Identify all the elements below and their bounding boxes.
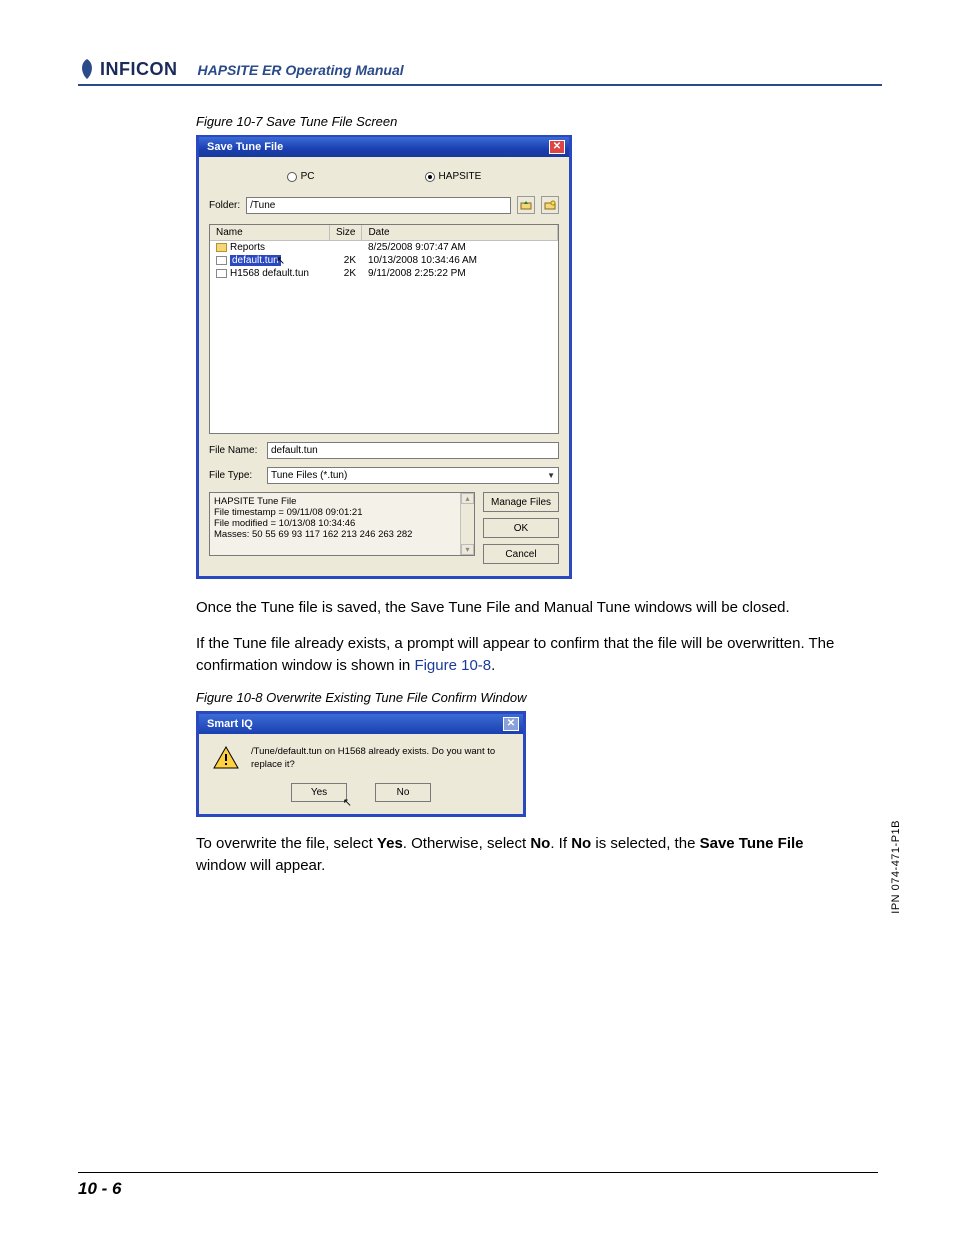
radio-pc-label: PC (301, 171, 315, 182)
col-size[interactable]: Size (330, 225, 362, 240)
file-type-value: Tune Files (*.tun) (271, 470, 347, 481)
folder-input[interactable] (246, 197, 511, 214)
file-date: 8/25/2008 9:07:47 AM (362, 241, 558, 254)
info-line: Masses: 50 55 69 93 117 162 213 246 263 … (214, 529, 470, 540)
save-tune-file-dialog: Save Tune File ✕ PC HAPSITE Folder: (196, 135, 572, 579)
file-list[interactable]: Name Size Date Reports 8/25/2008 9:07:47… (209, 224, 559, 434)
confirm-message: /Tune/default.tun on H1568 already exist… (251, 746, 509, 771)
figure-10-8-caption: Figure 10-8 Overwrite Existing Tune File… (196, 690, 836, 705)
up-folder-icon (520, 199, 532, 211)
up-folder-button[interactable] (517, 196, 535, 214)
file-type-label: File Type: (209, 470, 261, 481)
ipn-code: IPN 074-471-P1B (890, 820, 902, 914)
file-name-input[interactable] (267, 442, 559, 459)
ok-button[interactable]: OK (483, 518, 559, 538)
file-info-panel: HAPSITE Tune File File timestamp = 09/11… (209, 492, 475, 556)
info-line: File modified = 10/13/08 10:34:46 (214, 518, 470, 529)
file-type-select[interactable]: Tune Files (*.tun) ▼ (267, 467, 559, 484)
file-name-label: File Name: (209, 445, 261, 456)
cancel-button[interactable]: Cancel (483, 544, 559, 564)
radio-icon (287, 172, 297, 182)
file-name: default.tun (230, 255, 281, 266)
folder-icon (216, 243, 227, 252)
folder-label: Folder: (209, 200, 240, 211)
text-run: is selected, the (591, 835, 699, 852)
text-bold: Yes (377, 835, 403, 852)
close-button[interactable]: ✕ (503, 717, 519, 731)
brand-text: INFICON (100, 59, 178, 80)
text-bold: No (530, 835, 550, 852)
text-run: . (491, 657, 495, 674)
paragraph: Once the Tune file is saved, the Save Tu… (196, 597, 836, 619)
text-bold: Save Tune File (700, 835, 804, 852)
scroll-down-icon: ▾ (461, 544, 474, 555)
no-button[interactable]: No (375, 783, 431, 802)
file-row[interactable]: default.tun ↖ 2K 10/13/2008 10:34:46 AM (210, 254, 558, 267)
dialog-title: Save Tune File (207, 141, 283, 153)
manage-files-button[interactable]: Manage Files (483, 492, 559, 512)
file-icon (216, 269, 227, 278)
warning-icon (213, 746, 239, 770)
paragraph: If the Tune file already exists, a promp… (196, 633, 836, 677)
yes-label: Yes (311, 787, 327, 798)
info-line: HAPSITE Tune File (214, 496, 470, 507)
text-bold: No (571, 835, 591, 852)
radio-hapsite[interactable]: HAPSITE (425, 171, 482, 182)
new-folder-button[interactable] (541, 196, 559, 214)
overwrite-confirm-dialog: Smart IQ ✕ /Tune/default.tun on H1568 al… (196, 711, 526, 817)
scrollbar[interactable]: ▴▾ (460, 493, 474, 555)
figure-link[interactable]: Figure 10-8 (414, 657, 491, 674)
file-size (330, 241, 362, 254)
dialog-titlebar: Save Tune File ✕ (199, 137, 569, 157)
chevron-down-icon: ▼ (547, 471, 555, 480)
radio-icon (425, 172, 435, 182)
file-name: H1568 default.tun (230, 268, 309, 279)
file-size: 2K (330, 267, 362, 280)
close-button[interactable]: ✕ (549, 140, 565, 154)
dialog-titlebar: Smart IQ ✕ (199, 714, 523, 734)
file-date: 9/11/2008 2:25:22 PM (362, 267, 558, 280)
dialog-title: Smart IQ (207, 718, 253, 730)
file-icon (216, 256, 227, 265)
logo-mark-icon (78, 58, 96, 80)
manual-title: HAPSITE ER Operating Manual (198, 62, 404, 80)
cursor-icon: ↖ (343, 796, 352, 809)
text-run: window will appear. (196, 857, 325, 874)
file-row[interactable]: H1568 default.tun 2K 9/11/2008 2:25:22 P… (210, 267, 558, 280)
file-size: 2K (330, 254, 362, 267)
figure-10-7-caption: Figure 10-7 Save Tune File Screen (196, 114, 836, 129)
scroll-up-icon: ▴ (461, 493, 474, 504)
col-date[interactable]: Date (362, 225, 558, 240)
radio-pc[interactable]: PC (287, 171, 315, 182)
file-row[interactable]: Reports 8/25/2008 9:07:47 AM (210, 241, 558, 254)
col-name[interactable]: Name (210, 225, 330, 240)
location-radio-group: PC HAPSITE (209, 167, 559, 196)
yes-button[interactable]: Yes ↖ (291, 783, 347, 802)
paragraph: To overwrite the file, select Yes. Other… (196, 833, 836, 877)
page-header: INFICON HAPSITE ER Operating Manual (78, 58, 882, 86)
file-date: 10/13/2008 10:34:46 AM (362, 254, 558, 267)
file-list-header: Name Size Date (210, 225, 558, 241)
page-number: 10 - 6 (78, 1172, 878, 1199)
new-folder-icon (544, 199, 556, 211)
info-line: File timestamp = 09/11/08 09:01:21 (214, 507, 470, 518)
text-run: If the Tune file already exists, a promp… (196, 635, 834, 674)
radio-hapsite-label: HAPSITE (439, 171, 482, 182)
text-run: . If (550, 835, 571, 852)
text-run: . Otherwise, select (403, 835, 531, 852)
text-run: To overwrite the file, select (196, 835, 377, 852)
file-name: Reports (230, 242, 265, 253)
inficon-logo: INFICON (78, 58, 178, 80)
